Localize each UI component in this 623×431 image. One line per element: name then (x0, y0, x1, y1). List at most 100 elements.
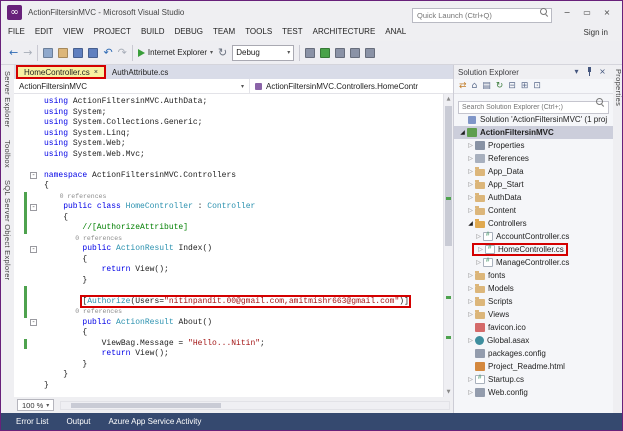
code-line[interactable]: } (14, 370, 443, 381)
editor-tab-homecontroller-cs[interactable]: HomeController.cs × (16, 65, 106, 79)
close-icon[interactable]: × (94, 69, 98, 76)
code-line[interactable]: } (14, 276, 443, 287)
code-line[interactable]: { (14, 255, 443, 266)
tree-item-properties[interactable]: ▷ Properties (454, 139, 613, 152)
code-line[interactable]: 0 references (14, 191, 443, 202)
minimize-button[interactable]: − (558, 5, 576, 20)
tool-tab-server-explorer[interactable]: Server Explorer (3, 71, 12, 128)
code-line[interactable] (14, 286, 443, 297)
tree-item-favicon-ico[interactable]: favicon.ico (454, 321, 613, 334)
close-button[interactable]: × (598, 5, 616, 20)
menu-item-anal[interactable]: ANAL (380, 23, 411, 41)
expand-arrow-icon[interactable]: ▷ (466, 311, 475, 318)
code-line[interactable]: 0 references (14, 234, 443, 245)
code-line[interactable]: //[AuthorizeAttribute] (14, 223, 443, 234)
tree-item-app-start[interactable]: ▷ App_Start (454, 178, 613, 191)
expand-arrow-icon[interactable]: ▷ (466, 155, 475, 162)
expand-arrow-icon[interactable]: ▷ (466, 298, 475, 305)
window-position-icon[interactable]: ▾ (570, 67, 583, 77)
fold-toggle[interactable]: - (30, 203, 37, 211)
code-line[interactable]: - namespace ActionFiltersinMVC.Controller… (14, 171, 443, 182)
code-line[interactable]: ViewBag.Message = "Hello...Nitin"; (14, 338, 443, 349)
attach-to-process-icon[interactable] (320, 47, 331, 58)
tree-item-global-asax[interactable]: ▷ Global.asax (454, 334, 613, 347)
scrollbar-thumb[interactable] (71, 402, 222, 408)
project-dropdown[interactable]: ActionFiltersinMVC ▾ (14, 79, 250, 93)
bottom-tab-error-list[interactable]: Error List (7, 413, 57, 430)
tree-item-web-config[interactable]: ▷ Web.config (454, 386, 613, 399)
refresh-icon[interactable]: ↻ (496, 81, 504, 91)
menu-item-tools[interactable]: TOOLS (240, 23, 277, 41)
code-line[interactable]: using ActionFiltersinMVC.AuthData; (14, 97, 443, 108)
navigate-backward-icon[interactable]: ← (9, 46, 18, 59)
tool-tab-properties[interactable]: Properties (614, 69, 622, 106)
tree-item-models[interactable]: ▷ Models (454, 282, 613, 295)
expand-arrow-icon[interactable]: ▷ (466, 285, 475, 292)
close-icon[interactable]: × (596, 67, 609, 77)
code-line[interactable]: 0 references (14, 307, 443, 318)
editor-horizontal-scrollbar[interactable] (60, 400, 450, 410)
tree-item-managecontroller-cs[interactable]: ▷ ManageController.cs (454, 256, 613, 269)
pin-icon[interactable] (583, 67, 596, 77)
browser-refresh-icon[interactable]: ↻ (218, 46, 227, 59)
scroll-down-arrow-icon[interactable]: ▼ (444, 387, 453, 397)
fold-toggle[interactable]: - (30, 319, 37, 326)
tree-item-startup-cs[interactable]: ▷ Startup.cs (454, 373, 613, 386)
code-line[interactable]: { (14, 212, 443, 223)
tree-item-views[interactable]: ▷ Views (454, 308, 613, 321)
tool-tab-toolbox[interactable]: Toolbox (3, 140, 12, 168)
properties-icon[interactable]: ⊡ (533, 81, 541, 91)
tree-item-fonts[interactable]: ▷ fonts (454, 269, 613, 282)
code-line[interactable]: - public ActionResult About() (14, 318, 443, 329)
expand-arrow-icon[interactable]: ▷ (466, 142, 475, 149)
expand-arrow-icon[interactable]: ▷ (476, 246, 485, 253)
tree-item-authdata[interactable]: ▷ AuthData (454, 191, 613, 204)
redo-icon[interactable]: ↷ (118, 46, 127, 59)
solution-explorer-search[interactable] (454, 94, 613, 114)
code-line[interactable]: using System; (14, 108, 443, 119)
tree-item-scripts[interactable]: ▷ Scripts (454, 295, 613, 308)
code-line[interactable]: return View(); (14, 349, 443, 360)
expand-arrow-icon[interactable]: ▷ (466, 194, 475, 201)
code-line[interactable]: - public class HomeController : Controll… (14, 202, 443, 213)
tree-item-homecontroller-cs[interactable]: ▷ HomeController.cs (454, 243, 613, 256)
code-line[interactable]: } (14, 360, 443, 371)
open-file-icon[interactable] (58, 47, 69, 58)
expand-arrow-icon[interactable]: ▷ (474, 259, 483, 266)
quick-launch[interactable] (412, 5, 552, 23)
expand-arrow-icon[interactable]: ▷ (466, 272, 475, 279)
menu-item-build[interactable]: BUILD (136, 23, 170, 41)
menu-item-edit[interactable]: EDIT (30, 23, 58, 41)
save-all-icon[interactable] (88, 47, 99, 58)
code-line[interactable]: using System.Collections.Generic; (14, 118, 443, 129)
expand-arrow-icon[interactable]: ▷ (466, 207, 475, 214)
collapse-all-icon[interactable]: ⊟ (508, 81, 516, 91)
expand-arrow-icon[interactable]: ▷ (466, 168, 475, 175)
home-icon[interactable]: ⌂ (472, 81, 478, 91)
collapse-arrow-icon[interactable]: ◢ (458, 129, 467, 136)
code-line[interactable]: return View(); (14, 265, 443, 276)
solution-configurations-dropdown[interactable]: Debug ▾ (232, 44, 295, 61)
restore-button[interactable]: ▭ (578, 5, 596, 20)
menu-item-project[interactable]: PROJECT (89, 23, 136, 41)
switch-views-icon[interactable]: ▤ (482, 81, 491, 91)
find-in-files-icon[interactable] (305, 47, 316, 58)
expand-arrow-icon[interactable]: ▷ (466, 181, 475, 188)
editor-vertical-scrollbar[interactable]: ▲ ▼ (443, 94, 453, 397)
code-line[interactable]: } (14, 381, 443, 392)
solution-tree[interactable]: Solution 'ActionFiltersinMVC' (1 proj ◢ Ac… (454, 111, 613, 413)
expand-arrow-icon[interactable]: ▷ (466, 376, 475, 383)
new-project-icon[interactable] (43, 47, 54, 58)
scroll-up-arrow-icon[interactable]: ▲ (444, 94, 453, 104)
expand-arrow-icon[interactable]: ▷ (474, 233, 483, 240)
code-line[interactable]: using System.Web; (14, 139, 443, 150)
bottom-tab-output[interactable]: Output (57, 413, 99, 430)
sync-with-active-document-icon[interactable]: ⇄ (459, 81, 467, 91)
navigate-forward-icon[interactable]: → (23, 46, 32, 59)
tree-item-project-readme-html[interactable]: Project_Readme.html (454, 360, 613, 373)
member-dropdown[interactable]: ActionFiltersinMVC.Controllers.HomeContr (250, 79, 453, 93)
quick-launch-input[interactable] (412, 7, 552, 23)
undo-icon[interactable]: ↶ (103, 46, 112, 59)
menu-item-architecture[interactable]: ARCHITECTURE (308, 23, 381, 41)
menu-item-debug[interactable]: DEBUG (170, 23, 208, 41)
